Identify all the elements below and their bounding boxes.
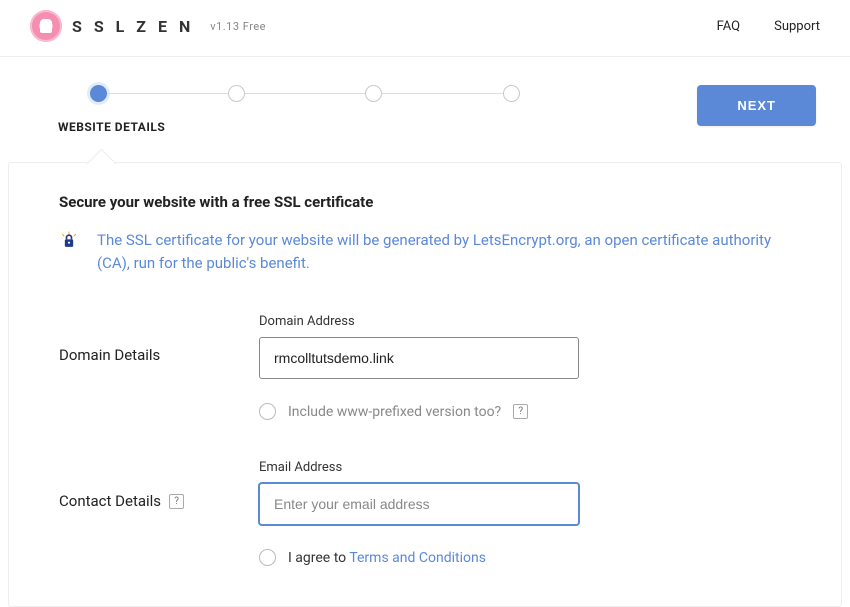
step-connector [382,93,503,94]
terms-prefix: I agree to [288,550,349,566]
intro-text: The SSL certificate for your website wil… [97,229,791,274]
www-checkbox[interactable] [259,403,276,420]
email-input[interactable] [259,483,579,525]
topbar: S S L Z E N v1.13 Free FAQ Support [0,0,850,57]
nav-support-link[interactable]: Support [774,19,820,34]
domain-section-label-text: Domain Details [59,346,160,364]
brand-text: S S L Z E N [72,17,194,36]
domain-input[interactable] [259,337,579,379]
step-3[interactable] [365,85,382,102]
help-icon[interactable]: ? [513,404,528,419]
email-field-label: Email Address [259,460,791,475]
progress-area: WEBSITE DETAILS NEXT [0,57,850,144]
next-button[interactable]: NEXT [697,85,816,126]
contact-field-block: Email Address I agree to Terms and Condi… [259,460,791,566]
step-2[interactable] [228,85,245,102]
domain-field-block: Domain Address Include www-prefixed vers… [259,314,791,420]
step-1[interactable] [90,85,107,102]
logo-icon [30,10,62,42]
brand: S S L Z E N v1.13 Free [30,10,266,42]
brand-version: v1.13 Free [210,20,266,33]
terms-checkbox[interactable] [259,549,276,566]
contact-section-label: Contact Details ? [59,460,259,510]
www-checkbox-row: Include www-prefixed version too? ? [259,403,791,420]
form-grid: Domain Details Domain Address Include ww… [59,314,791,566]
terms-label: I agree to Terms and Conditions [288,550,486,566]
step-1-label: WEBSITE DETAILS [58,120,800,134]
step-4[interactable] [503,85,520,102]
intro-row: The SSL certificate for your website wil… [59,229,791,274]
www-checkbox-label: Include www-prefixed version too? [288,404,501,420]
lock-shine-icon [59,231,79,251]
nav-faq-link[interactable]: FAQ [717,19,740,34]
step-connector [107,93,228,94]
top-nav: FAQ Support [717,19,820,34]
panel-title: Secure your website with a free SSL cert… [59,193,791,211]
steps-row [90,85,520,102]
step-connector [245,93,366,94]
terms-link[interactable]: Terms and Conditions [349,550,486,566]
wizard-panel: Secure your website with a free SSL cert… [8,162,842,607]
contact-section-label-text: Contact Details [59,492,161,510]
terms-checkbox-row: I agree to Terms and Conditions [259,549,791,566]
help-icon[interactable]: ? [169,494,184,509]
domain-section-label: Domain Details [59,314,259,364]
domain-field-label: Domain Address [259,314,791,329]
